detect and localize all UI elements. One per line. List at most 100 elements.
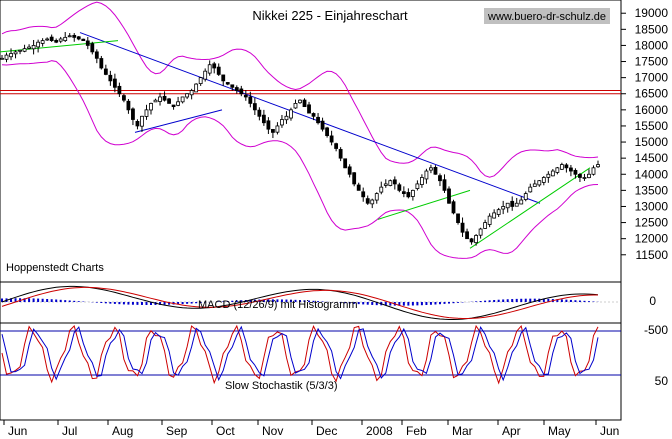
candle-body [27,46,31,49]
candle-body [144,109,149,117]
candle-body [578,173,582,178]
candle-body [243,94,248,98]
candle-body [271,128,275,133]
price-tick-label: 16500 [635,87,669,101]
candle-body [451,201,456,214]
month-label: May [548,424,571,438]
month-label: Apr [502,424,521,438]
candle-body [266,120,271,130]
candle-body [198,77,203,84]
candle-body [447,188,451,204]
price-tick-label: 13000 [635,199,669,213]
price-tick-label: 12000 [635,232,669,246]
candle-body [573,169,578,175]
candle-body [329,135,334,143]
month-label: Mar [452,424,473,438]
candle-body [388,180,393,186]
candle-body [239,88,244,95]
candle-body [203,70,208,80]
source-label: Hoppenstedt Charts [6,262,104,274]
candle-body [252,103,257,111]
candle-body [13,51,18,55]
candle-body [523,193,528,200]
candle-body [112,78,117,88]
candle-body [559,164,564,170]
candle-body [505,202,510,209]
candle-body [397,184,402,191]
candle-body [280,119,284,126]
watermark-url: www.buero-dr-schulz.de [487,11,606,23]
price-tick-label: 11500 [636,248,669,262]
price-axis: 19000 18500 18000 17500 17000 16500 16000 15500… [621,6,668,262]
candle-body [76,36,81,40]
candle-body [162,95,167,101]
month-label: Jun [8,424,27,438]
month-label: Dec [316,424,337,438]
candle-body [4,54,9,60]
candle-body [550,170,555,177]
month-label: Jul [62,424,77,438]
candle-body [36,41,41,48]
candle-body [85,40,90,46]
candle-body [122,95,126,101]
month-label: Oct [216,424,235,438]
candle-body [234,87,239,91]
candle-body [0,57,4,60]
candle-body [374,193,379,201]
candle-body [478,228,483,236]
candle-body [212,63,217,69]
candle-body [352,172,357,185]
candle-body [316,116,320,124]
candle-body [383,183,388,186]
candle-body [334,143,339,149]
candle-body [289,109,293,119]
candle-body [176,101,180,106]
candle-body [22,48,27,52]
candle-body [591,167,596,175]
candle-body [180,96,185,103]
price-tick-label: 12500 [635,216,669,230]
candle-body [510,200,515,207]
candle-body [94,51,99,59]
candle-body [438,175,442,182]
price-tick-label: 14000 [635,167,669,181]
candle-body [410,189,415,197]
candle-body [9,53,13,58]
candle-body [230,84,235,88]
candle-body [496,209,501,215]
candle-body [58,38,63,42]
candle-body [555,167,560,173]
candle-body [149,103,153,111]
candle-body [569,167,573,172]
candle-body [469,238,474,243]
candle-body [103,68,108,75]
candle-body [541,177,546,183]
stochastic-axis-50: 50 [655,374,669,388]
candle-body [99,58,104,69]
candle-body [194,83,199,93]
candle-body [406,192,411,198]
candle-body [67,35,72,38]
candle-body [456,213,460,223]
candle-body [365,198,370,204]
candle-body [433,166,438,175]
candle-body [483,222,488,229]
candle-body [519,199,524,205]
macd-axis-zero: 0 [649,294,656,308]
candle-body [320,120,325,130]
stochastic-label: Slow Stochastik (5/3/3) [225,380,338,392]
candle-body [31,45,36,50]
price-tick-label: 19000 [635,6,669,20]
candle-body [261,114,266,124]
candle-body [465,231,469,240]
month-label: Nov [262,424,283,438]
candle-body [90,43,95,53]
candle-body [302,99,307,108]
candle-body [225,82,230,85]
month-label: Sep [166,424,188,438]
candle-body [293,103,298,109]
candle-body [189,90,194,96]
candle-body [54,40,59,43]
candle-body [338,149,343,159]
candle-body [216,66,221,75]
